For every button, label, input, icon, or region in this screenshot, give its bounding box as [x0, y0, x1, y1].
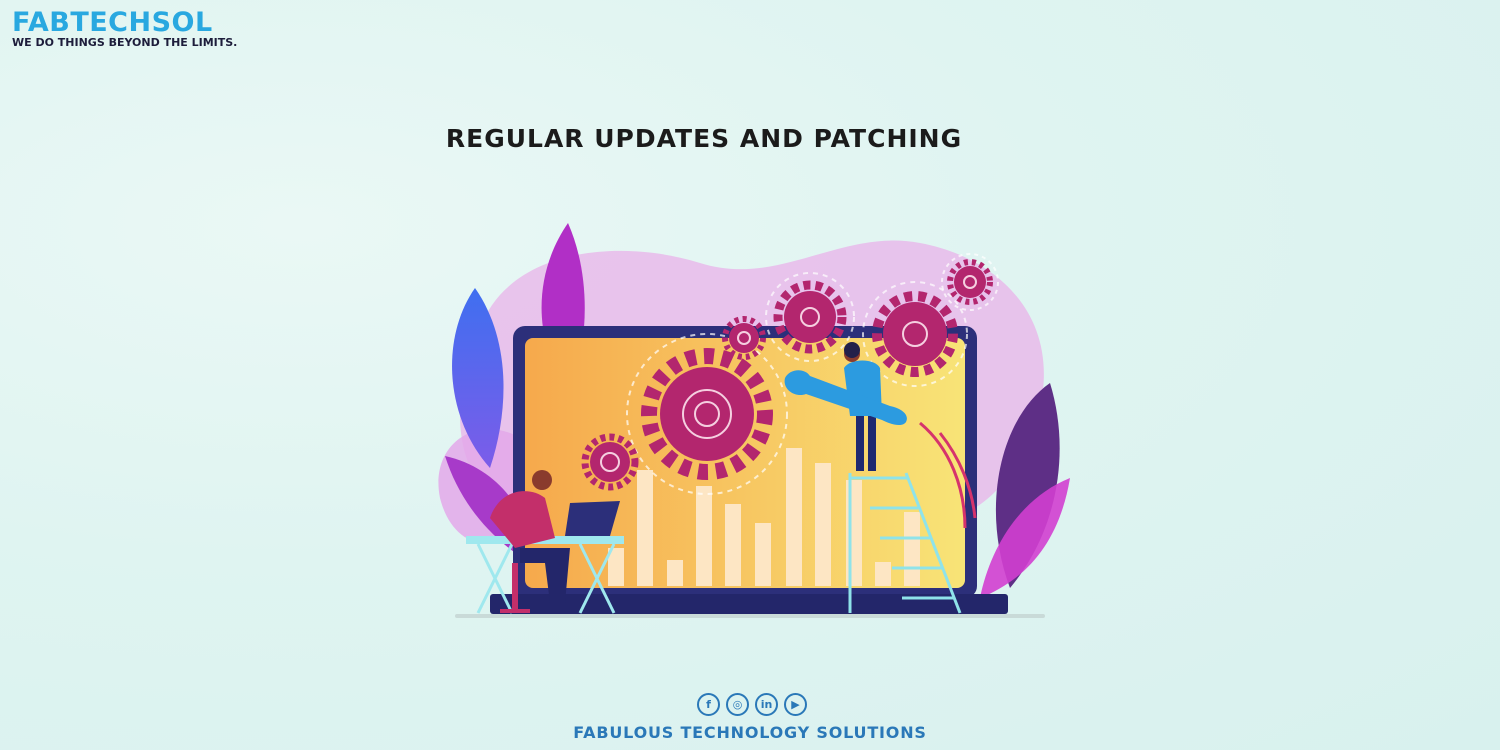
gear-top-2: [765, 272, 855, 362]
linkedin-icon[interactable]: in: [755, 693, 778, 716]
instagram-icon[interactable]: ◎: [726, 693, 749, 716]
footer-company-name: FABULOUS TECHNOLOGY SOLUTIONS: [573, 723, 927, 742]
brand-name: FABTECHSOL: [12, 7, 213, 38]
facebook-icon[interactable]: f: [697, 693, 720, 716]
social-links: f ◎ in ▶: [697, 693, 807, 716]
page-title: REGULAR UPDATES AND PATCHING: [445, 124, 963, 153]
brand-logo[interactable]: FABTECHSOL WE DO THINGS BEYOND THE LIMIT…: [12, 8, 237, 49]
illustration-svg: [438, 223, 1070, 618]
ground-shadow: [455, 614, 1045, 618]
youtube-icon[interactable]: ▶: [784, 693, 807, 716]
brand-tagline: WE DO THINGS BEYOND THE LIMITS.: [12, 36, 238, 49]
hero-illustration: [420, 218, 1080, 628]
